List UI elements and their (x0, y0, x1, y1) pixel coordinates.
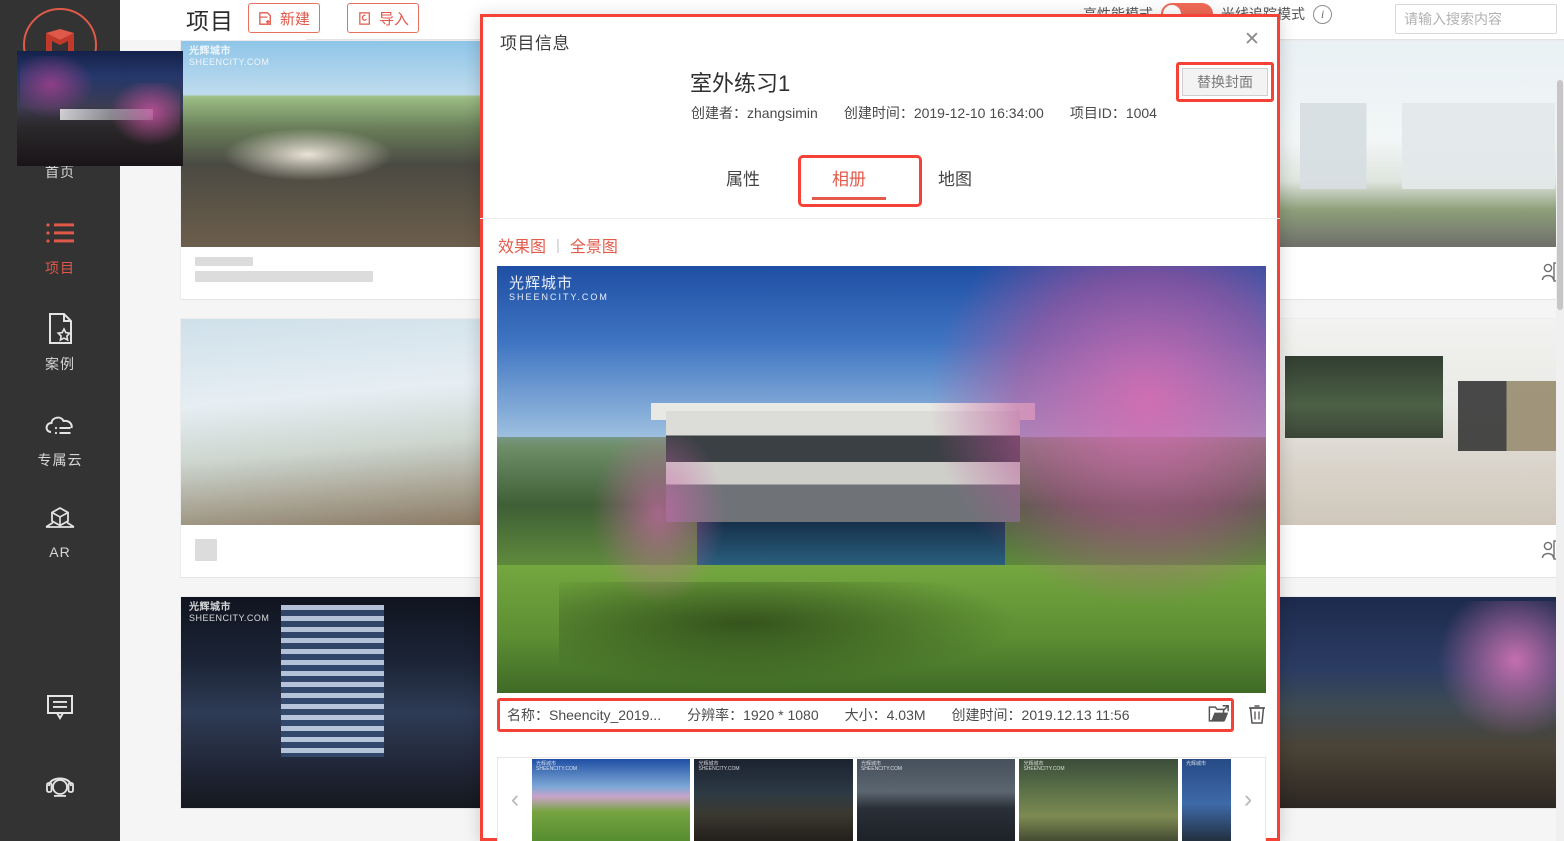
placeholder-block (195, 539, 217, 561)
replace-cover-button[interactable]: 替换封面 (1182, 68, 1268, 96)
project-thumbnail (1276, 319, 1564, 525)
new-project-button[interactable]: 新建 (248, 3, 321, 33)
thumbnail-strip: ‹ 光辉城市 SHEENCITY.COM 光辉城市 SHEENCITY.COM 光辉… (497, 757, 1266, 841)
watermark: 光辉城市 SHEENCITY.COM (189, 602, 270, 623)
watermark: 光辉城市 SHEENCITY.COM (1023, 760, 1065, 772)
trash-icon[interactable] (1246, 703, 1268, 725)
thumbnail-item[interactable]: 光辉城市 SHEENCITY.COM (532, 758, 691, 841)
watermark: 光辉城市 SHEENCITY.COM (698, 760, 740, 772)
placeholder-line (195, 271, 373, 282)
placeholder-line (195, 257, 253, 266)
dialog-title: 项目信息 (500, 34, 570, 53)
project-card[interactable] (1275, 596, 1564, 809)
project-card[interactable] (1275, 318, 1564, 578)
image-actions (1208, 703, 1268, 725)
sidebar-item-support[interactable] (0, 764, 120, 802)
sidebar-item-ar[interactable]: AR (0, 500, 120, 560)
import-label: 导入 (379, 10, 410, 28)
thumbstrip-prev-arrow[interactable]: ‹ (498, 759, 532, 841)
ar-cube-icon (41, 500, 79, 538)
project-thumbnail (181, 319, 484, 525)
sidebar-item-label: AR (49, 544, 71, 560)
close-icon[interactable]: ✕ (1241, 28, 1263, 50)
watermark: 光辉城市 SHEENCITY.COM (536, 760, 578, 772)
scrollbar-thumb[interactable] (1557, 80, 1563, 310)
project-card-meta (181, 525, 484, 577)
sidebar-item-cloud[interactable]: 专属云 (0, 406, 120, 470)
project-card-meta (1276, 525, 1564, 577)
file-star-icon (41, 310, 79, 348)
headset-icon (41, 764, 79, 802)
info-icon[interactable]: i (1313, 4, 1332, 24)
thumbnail-list: 光辉城市 SHEENCITY.COM 光辉城市 SHEENCITY.COM 光辉城市… (532, 758, 1231, 841)
thumbstrip-next-arrow[interactable]: › (1231, 759, 1265, 841)
sidebar-item-label: 案例 (45, 356, 75, 372)
grid-column (1275, 40, 1564, 827)
dialog-divider (480, 218, 1280, 219)
folder-export-icon[interactable] (1208, 703, 1230, 725)
thumbnail-item[interactable]: 光辉城市 (1181, 758, 1231, 841)
cover-horizon (60, 108, 154, 120)
thumbnail-item[interactable]: 光辉城市 SHEENCITY.COM (856, 758, 1016, 841)
project-card[interactable]: 光辉城市 SHEENCITY.COM (180, 40, 485, 300)
dialog-header: 项目信息 ✕ (483, 17, 1277, 61)
sidebar-item-message[interactable] (0, 688, 120, 726)
watermark: 光辉城市 (1185, 760, 1206, 767)
creator-field: 创建者：zhangsimin (691, 105, 818, 121)
search-input[interactable] (1404, 11, 1564, 27)
chat-icon (41, 688, 79, 726)
project-thumbnail: 光辉城市 SHEENCITY.COM (181, 41, 484, 247)
project-card-meta (181, 247, 484, 299)
created-time-field: 创建时间：2019-12-10 16:34:00 (843, 105, 1044, 121)
import-icon (359, 11, 370, 25)
album-subtabs: 效果图 | 全景图 (498, 233, 618, 257)
grid-column: 光辉城市 SHEENCITY.COM 光辉城市 SHEENCITY.COM (180, 40, 485, 827)
tab-attributes[interactable]: 属性 (690, 158, 796, 196)
sidebar-item-label: 专属云 (37, 452, 83, 468)
cloud-list-icon (41, 406, 79, 444)
interior-screen (1457, 380, 1564, 451)
page-title: 项目 (186, 8, 234, 34)
new-project-label: 新建 (280, 10, 311, 28)
thumbnail-item[interactable]: 光辉城市 SHEENCITY.COM (1019, 758, 1178, 841)
project-card[interactable] (180, 318, 485, 578)
project-thumbnail (1276, 597, 1564, 808)
project-thumbnail: 光辉城市 SHEENCITY.COM (181, 597, 484, 808)
project-name: 室外练习1 (690, 71, 791, 96)
subtab-separator: | (556, 236, 560, 254)
sidebar-item-case[interactable]: 案例 (0, 310, 120, 374)
preview-blossom-right (927, 266, 1266, 608)
preview-blossom-left (589, 436, 728, 608)
subtab-render[interactable]: 效果图 (498, 233, 546, 257)
watermark: 光辉城市 SHEENCITY.COM (860, 760, 902, 772)
project-card[interactable]: 光辉城市 SHEENCITY.COM (180, 596, 485, 809)
search-box[interactable] (1395, 4, 1564, 34)
sidebar-item-project[interactable]: 项目 (0, 214, 120, 278)
image-preview[interactable]: 光辉城市 SHEENCITY.COM (497, 266, 1266, 693)
new-file-icon (259, 11, 271, 25)
project-cover-thumbnail[interactable] (17, 51, 183, 166)
project-meta: 创建者：zhangsimin 创建时间：2019-12-10 16:34:00 … (691, 103, 1157, 123)
project-card-meta (1276, 247, 1564, 299)
preview-watermark: 光辉城市 SHEENCITY.COM (509, 275, 609, 302)
subtab-panorama[interactable]: 全景图 (570, 233, 618, 257)
list-icon (41, 214, 79, 252)
project-thumbnail (1276, 41, 1564, 247)
import-button[interactable]: 导入 (347, 3, 420, 33)
app-root: 首页 项目 案例 专属云 AR 项目 新建 导入 i 请输入搜索内容 光辉城市 … (0, 0, 1564, 841)
sidebar-item-label: 项目 (45, 260, 75, 276)
thumbnail-item[interactable]: 光辉城市 SHEENCITY.COM (694, 758, 853, 841)
project-card[interactable] (1275, 40, 1564, 300)
album-tab-highlight (798, 155, 922, 207)
watermark: 光辉城市 SHEENCITY.COM (189, 46, 270, 67)
image-info-highlight (497, 698, 1234, 732)
vertical-scrollbar[interactable] (1556, 80, 1564, 841)
project-id-field: 项目ID：1004 (1069, 105, 1157, 121)
